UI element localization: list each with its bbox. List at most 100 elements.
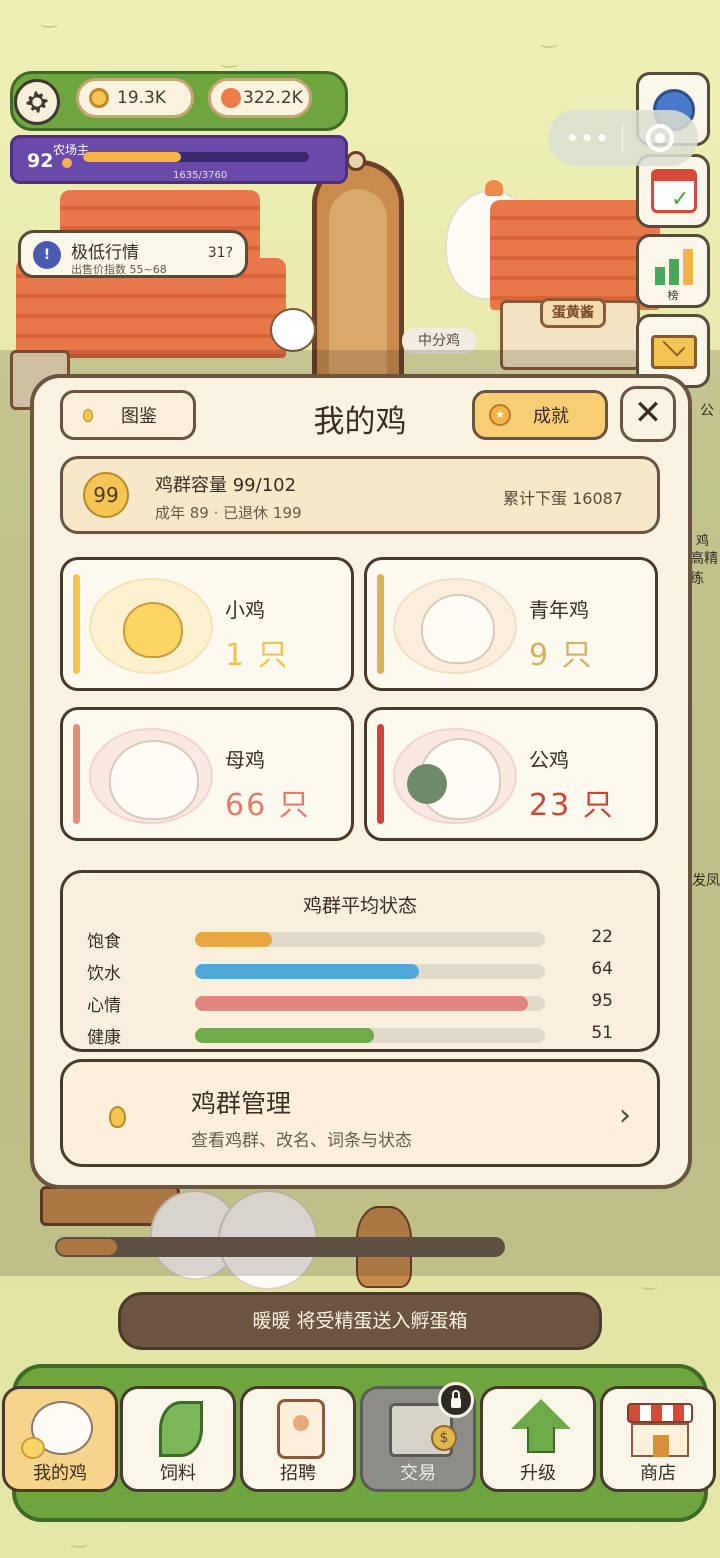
chick-count: 1 只: [225, 638, 290, 673]
nav-label: 交易: [400, 1463, 436, 1484]
gold-amount: 19.3K: [117, 88, 166, 108]
gem-counter[interactable]: 322.2K: [208, 78, 312, 118]
dollar-coin-icon: $: [431, 1425, 457, 1451]
checkmark-icon: ✓: [671, 187, 690, 212]
status-label: 饮水: [87, 964, 121, 984]
orange-gem-icon: [221, 88, 241, 108]
young-chicken-label: 青年鸡: [529, 598, 589, 622]
status-title: 鸡群平均状态: [302, 895, 417, 917]
mood-fill: [195, 996, 528, 1011]
chick-label: 小鸡: [225, 598, 265, 622]
nav-feed[interactable]: 饲料: [120, 1386, 236, 1492]
gem-amount: 322.2K: [243, 88, 303, 108]
leaderboard-label: 榜: [667, 289, 679, 302]
status-row-water: 饮水 64: [63, 959, 657, 984]
status-label: 饱食: [87, 932, 121, 952]
rooster-card[interactable]: 公鸡 23 只: [364, 707, 658, 841]
nav-label: 升级: [520, 1463, 556, 1484]
status-value: 95: [591, 991, 613, 1011]
young-chicken-count: 9 只: [529, 638, 594, 673]
rooster-label: 公鸡: [529, 748, 569, 772]
status-track: [195, 996, 545, 1011]
management-subtitle: 查看鸡群、改名、词条与状态: [191, 1131, 412, 1151]
lock-icon: [438, 1382, 474, 1418]
hen-card[interactable]: 母鸡 66 只: [60, 707, 354, 841]
gold-coin-icon: [89, 88, 109, 108]
alert-icon: !: [33, 241, 61, 269]
total-eggs-text: 累计下蛋 16087: [503, 489, 623, 508]
rooster-tail: [407, 764, 447, 804]
market-title: 极低行情: [71, 243, 139, 263]
more-icon[interactable]: •••: [566, 126, 610, 150]
nav-label: 我的鸡: [33, 1463, 87, 1484]
chevron-right-icon: ›: [619, 1098, 631, 1133]
hen-icon: [109, 740, 199, 820]
flock-status-panel: 鸡群平均状态 饱食 22 饮水 64 心情 95 健康 51: [60, 870, 660, 1052]
golden-egg-icon: [109, 1106, 126, 1128]
rooster-count: 23 只: [529, 788, 615, 823]
gear-icon: [26, 91, 48, 113]
status-value: 51: [591, 1023, 613, 1043]
flock-capacity-panel: 99 鸡群容量 99/102 成年 89 · 已退休 199 累计下蛋 1608…: [60, 456, 660, 534]
achievement-label: 成就: [533, 406, 569, 427]
xp-text: 1635/3760: [173, 170, 228, 181]
nav-label: 饲料: [160, 1463, 196, 1484]
status-row-mood: 心情 95: [63, 991, 657, 1016]
nav-shop[interactable]: 商店: [600, 1386, 716, 1492]
flock-management-button[interactable]: 鸡群管理 查看鸡群、改名、词条与状态 ›: [60, 1059, 660, 1167]
leaf-icon: [159, 1401, 203, 1457]
satiety-fill: [195, 932, 272, 947]
management-title: 鸡群管理: [191, 1089, 292, 1118]
chick-card[interactable]: 小鸡 1 只: [60, 557, 354, 691]
young-chicken-card[interactable]: 青年鸡 9 只: [364, 557, 658, 691]
duck-sprite: [270, 308, 316, 352]
shop-roof: [490, 200, 660, 310]
status-value: 22: [591, 927, 613, 947]
adult-retired-text: 成年 89 · 已退休 199: [155, 504, 302, 522]
status-value: 64: [591, 959, 613, 979]
young-chicken-icon: [421, 594, 495, 664]
water-fill: [195, 964, 419, 979]
nav-recruit[interactable]: 招聘: [240, 1386, 356, 1492]
leaderboard-button[interactable]: 榜: [636, 234, 710, 308]
shop-icon: [627, 1403, 693, 1423]
capacity-badge: 99: [83, 472, 129, 518]
chick-small-icon: [21, 1437, 45, 1459]
miniprogram-capsule: •••: [548, 110, 698, 166]
nav-label: 招聘: [280, 1463, 316, 1484]
capacity-text: 鸡群容量 99/102: [155, 475, 297, 496]
settings-button[interactable]: [14, 79, 60, 125]
player-level: 92: [27, 150, 54, 172]
status-label: 心情: [87, 996, 121, 1016]
close-button[interactable]: ✕: [620, 386, 676, 442]
nav-upgrade[interactable]: 升级: [480, 1386, 596, 1492]
hen-count: 66 只: [225, 788, 311, 823]
nav-my-chickens[interactable]: 我的鸡: [2, 1386, 118, 1492]
status-label: 健康: [87, 1028, 121, 1048]
modal-title: 我的鸡: [313, 404, 407, 440]
star-badge-icon: ★: [489, 404, 511, 426]
level-bar[interactable]: 92 农场主 1635/3760: [10, 135, 348, 184]
close-icon: ✕: [633, 393, 663, 433]
xp-dot-icon: [62, 158, 72, 168]
achievement-button[interactable]: ★ 成就: [472, 390, 608, 440]
status-track: [195, 932, 545, 947]
up-arrow-icon: [511, 1399, 571, 1429]
shop-sign: 蛋黄酱: [540, 298, 606, 328]
tower-top-knob: [346, 151, 366, 171]
close-miniprogram-icon[interactable]: [646, 124, 674, 152]
chick-icon: [123, 602, 183, 658]
hen-label: 母鸡: [225, 748, 265, 772]
status-row-satiety: 饱食 22: [63, 927, 657, 952]
nav-label: 商店: [640, 1463, 676, 1484]
market-subtitle: 出售价指数 55~68: [71, 263, 167, 276]
gold-counter[interactable]: 19.3K: [76, 78, 194, 118]
health-fill: [195, 1028, 374, 1043]
market-value: 31?: [207, 245, 233, 261]
status-track: [195, 964, 545, 979]
market-status-panel[interactable]: ! 极低行情 出售价指数 55~68 31?: [18, 230, 248, 278]
status-track: [195, 1028, 545, 1043]
event-toast: 暖暖 将受精蛋送入孵蛋箱: [118, 1292, 602, 1350]
status-row-health: 健康 51: [63, 1023, 657, 1048]
xp-fill: [83, 152, 182, 162]
